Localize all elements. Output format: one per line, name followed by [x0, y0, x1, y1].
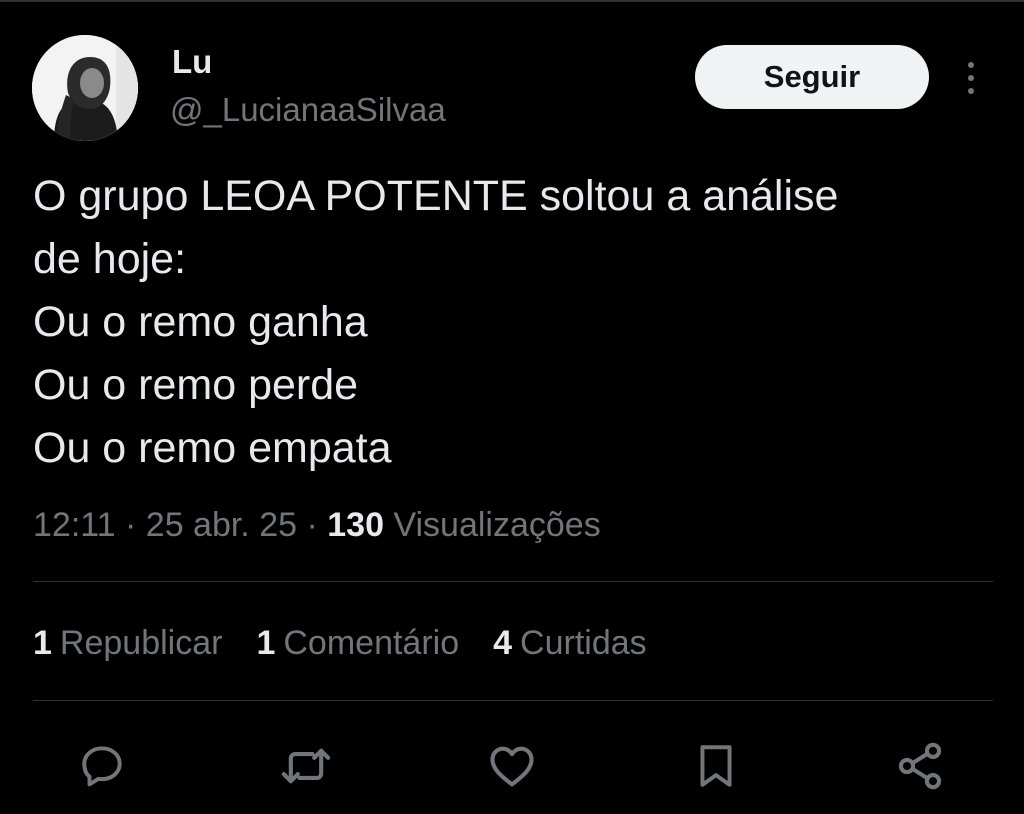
stat-likes[interactable]: 4 Curtidas: [493, 620, 647, 666]
stat-label: Republicar: [59, 624, 223, 662]
views-count: 130: [327, 506, 384, 544]
tweet-time[interactable]: 12:11: [33, 506, 116, 544]
stat-label: Comentário: [283, 624, 460, 662]
more-options-icon[interactable]: [956, 58, 986, 98]
stat-count: 4: [493, 624, 513, 662]
share-icon[interactable]: [892, 738, 948, 794]
divider: [33, 700, 993, 701]
stat-label: Curtidas: [520, 624, 647, 662]
more-dot: [968, 75, 974, 81]
author-display-name[interactable]: Lu: [172, 40, 212, 84]
author-handle[interactable]: @_LucianaaSilvaa: [170, 88, 446, 132]
tweet-text: O grupo LEOA POTENTE soltou a análise de…: [33, 172, 839, 472]
follow-button[interactable]: Seguir: [695, 45, 929, 109]
divider: [33, 581, 993, 582]
meta-separator: ·: [297, 506, 328, 544]
avatar-image: [32, 35, 138, 141]
bookmark-icon[interactable]: [688, 738, 744, 794]
more-dot: [968, 88, 974, 94]
stat-count: 1: [33, 624, 52, 662]
views-label: Visualizações: [393, 506, 601, 544]
avatar[interactable]: [32, 35, 138, 141]
tweet-meta: 12:11 · 25 abr. 25 · 130 Visualizações: [33, 502, 601, 548]
like-icon[interactable]: [484, 738, 540, 794]
meta-separator: ·: [115, 506, 146, 544]
tweet-date[interactable]: 25 abr. 25: [146, 506, 297, 544]
stat-comments[interactable]: 1 Comentário: [256, 620, 459, 666]
retweet-icon[interactable]: [278, 738, 334, 794]
stat-reposts[interactable]: 1 Republicar: [33, 620, 222, 666]
more-dot: [968, 62, 974, 68]
stat-count: 1: [256, 624, 276, 662]
engagement-stats: 1 Republicar 1 Comentário 4 Curtidas: [33, 620, 647, 666]
top-border: [0, 0, 1024, 2]
reply-icon[interactable]: [74, 738, 130, 794]
